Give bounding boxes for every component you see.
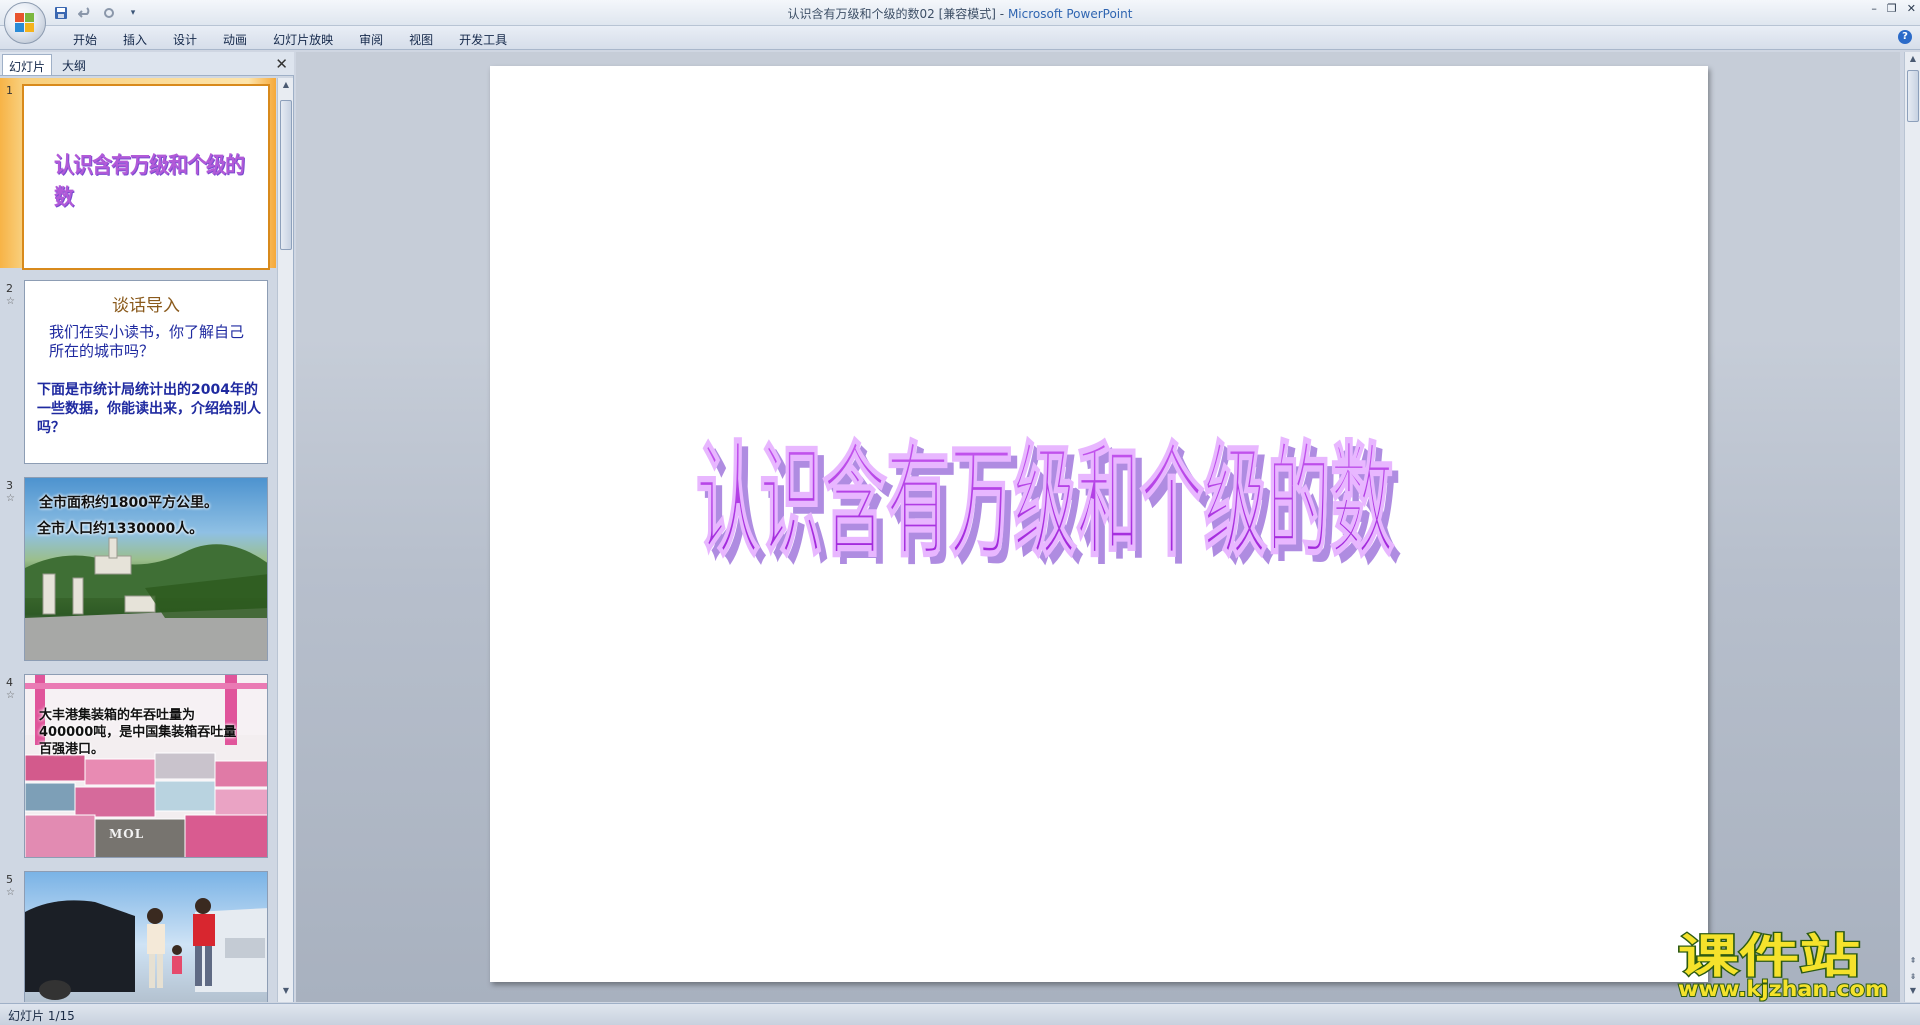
kjzhan-watermark: 课件站 www.kjzhan.com: [1672, 924, 1904, 1002]
slides-pane: 幻灯片 大纲 ✕ 1 认识含有万级和个级的数 2 ☆ 谈话导入 我们在实小读书，…: [0, 52, 294, 1002]
close-window-icon[interactable]: ✕: [1907, 2, 1916, 15]
thumbnail-row-3[interactable]: 3 ☆ 全市面积约1800平方公里。 全市人口约1330000人。: [0, 473, 276, 663]
slide-title-wordart[interactable]: 认识含有万级和个级的数 认识含有万级和个级的数: [490, 66, 1708, 982]
ribbon-tabs: 开始 插入 设计 动画 幻灯片放映 审阅 视图 开发工具: [60, 29, 520, 50]
scroll-thumb[interactable]: [1907, 70, 1919, 122]
main-scrollbar[interactable]: ▲ ⇞ ⇟ ▼: [1904, 52, 1920, 1002]
thumbnail-slide-1[interactable]: 认识含有万级和个级的数: [22, 84, 270, 270]
help-icon[interactable]: ?: [1898, 30, 1912, 44]
scroll-up-icon[interactable]: ▲: [1905, 54, 1920, 68]
slide-editing-area: 认识含有万级和个级的数 认识含有万级和个级的数: [296, 52, 1900, 1002]
scroll-down-icon[interactable]: ▼: [278, 986, 294, 1000]
document-title: 认识含有万级和个级的数02 [兼容模式]: [787, 7, 996, 21]
ribbon-tab[interactable]: 插入: [110, 29, 160, 50]
scroll-thumb[interactable]: [280, 100, 292, 250]
slide-title-text: 认识含有万级和个级的数: [696, 430, 1394, 573]
thumbnail-heading: 谈话导入: [112, 296, 180, 316]
ribbon-tab[interactable]: 开发工具: [446, 29, 520, 50]
pane-tabs: 幻灯片 大纲 ✕: [0, 52, 294, 76]
thumbnail-text-2: 下面是市统计局统计出的2004年的一些数据，你能读出来，介绍给别人吗？: [37, 382, 261, 436]
thumbnail-text-1: 大丰港集装箱的年吞吐量为400000吨，是中国集装箱吞吐量百强港口。: [39, 708, 237, 757]
previous-slide-icon[interactable]: ⇞: [1905, 956, 1920, 970]
next-slide-icon[interactable]: ⇟: [1905, 972, 1920, 986]
thumbnail-list: 1 认识含有万级和个级的数 2 ☆ 谈话导入 我们在实小读书，你了解自己所在的城…: [0, 78, 276, 1002]
ribbon-tab[interactable]: 开始: [60, 29, 110, 50]
thumbnail-slide-3[interactable]: 全市面积约1800平方公里。 全市人口约1330000人。: [24, 477, 268, 661]
thumbnail-text-1: 全市面积约1800平方公里。: [39, 495, 218, 511]
thumbnail-title: 认识含有万级和个级的数: [54, 151, 245, 210]
thumbnail-number: 1: [6, 84, 13, 97]
animation-star-icon: ☆: [6, 690, 15, 701]
ribbon-tab[interactable]: 设计: [160, 29, 210, 50]
thumbnail-slide-5[interactable]: [24, 871, 268, 1002]
thumbnail-row-4[interactable]: 4 ☆ MOL 大丰港集装箱的年吞吐量为400000吨，是中国集装箱吞吐量百强港…: [0, 670, 276, 860]
title-bar: ▾ 认识含有万级和个级的数02 [兼容模式] - Microsoft Power…: [0, 0, 1920, 26]
office-logo-icon: [15, 13, 35, 33]
scroll-down-icon[interactable]: ▼: [1905, 986, 1920, 1000]
thumbnail-text-1: 我们在实小读书，你了解自己所在的城市吗？: [49, 323, 245, 360]
thumbnail-number: 5: [6, 873, 13, 886]
watermark-url: www.kjzhan.com: [1678, 977, 1888, 1001]
app-name: Microsoft PowerPoint: [1007, 7, 1133, 21]
ribbon-tab-bar: 开始 插入 设计 动画 幻灯片放映 审阅 视图 开发工具 ?: [0, 26, 1920, 50]
thumbnail-number: 2: [6, 282, 13, 295]
thumbnail-slide-4[interactable]: MOL 大丰港集装箱的年吞吐量为400000吨，是中国集装箱吞吐量百强港口。: [24, 674, 268, 858]
ribbon-tab[interactable]: 审阅: [346, 29, 396, 50]
scroll-up-icon[interactable]: ▲: [278, 80, 294, 94]
window-controls: – ❐ ✕: [1871, 2, 1916, 15]
animation-star-icon: ☆: [6, 887, 15, 898]
thumbnail-row-5[interactable]: 5 ☆: [0, 867, 276, 1002]
container-port-illustration: [25, 675, 267, 857]
current-slide[interactable]: 认识含有万级和个级的数 认识含有万级和个级的数: [490, 66, 1708, 982]
thumbnail-number: 4: [6, 676, 13, 689]
tab-outline[interactable]: 大纲: [56, 54, 92, 75]
animation-star-icon: ☆: [6, 296, 15, 307]
slide-indicator: 幻灯片 1/15: [8, 1009, 75, 1023]
ribbon-tab[interactable]: 动画: [210, 29, 260, 50]
window-title: 认识含有万级和个级的数02 [兼容模式] - Microsoft PowerPo…: [0, 5, 1920, 22]
thumbnail-text-2: 全市人口约1330000人。: [37, 521, 204, 537]
restore-icon[interactable]: ❐: [1887, 2, 1897, 15]
office-button[interactable]: [4, 2, 46, 44]
container-mark-label: MOL: [109, 827, 145, 841]
animation-star-icon: ☆: [6, 493, 15, 504]
close-pane-icon[interactable]: ✕: [275, 55, 288, 73]
thumbnail-row-2[interactable]: 2 ☆ 谈话导入 我们在实小读书，你了解自己所在的城市吗？ 下面是市统计局统计出…: [0, 276, 276, 466]
watermark-brand: 课件站: [1678, 929, 1860, 983]
minimize-icon[interactable]: –: [1871, 2, 1877, 15]
ribbon-tab[interactable]: 幻灯片放映: [260, 29, 346, 50]
ribbon-tab[interactable]: 视图: [396, 29, 446, 50]
car-show-illustration: [25, 898, 267, 1000]
title-separator: -: [995, 7, 1008, 21]
status-bar: 幻灯片 1/15: [0, 1003, 1920, 1025]
thumbnail-slide-2[interactable]: 谈话导入 我们在实小读书，你了解自己所在的城市吗？ 下面是市统计局统计出的200…: [24, 280, 268, 464]
thumbnail-row-1[interactable]: 1 认识含有万级和个级的数: [0, 78, 276, 270]
tab-slides[interactable]: 幻灯片: [2, 54, 53, 75]
thumbnail-scrollbar[interactable]: ▲ ▼: [277, 78, 293, 1002]
thumbnail-number: 3: [6, 479, 13, 492]
